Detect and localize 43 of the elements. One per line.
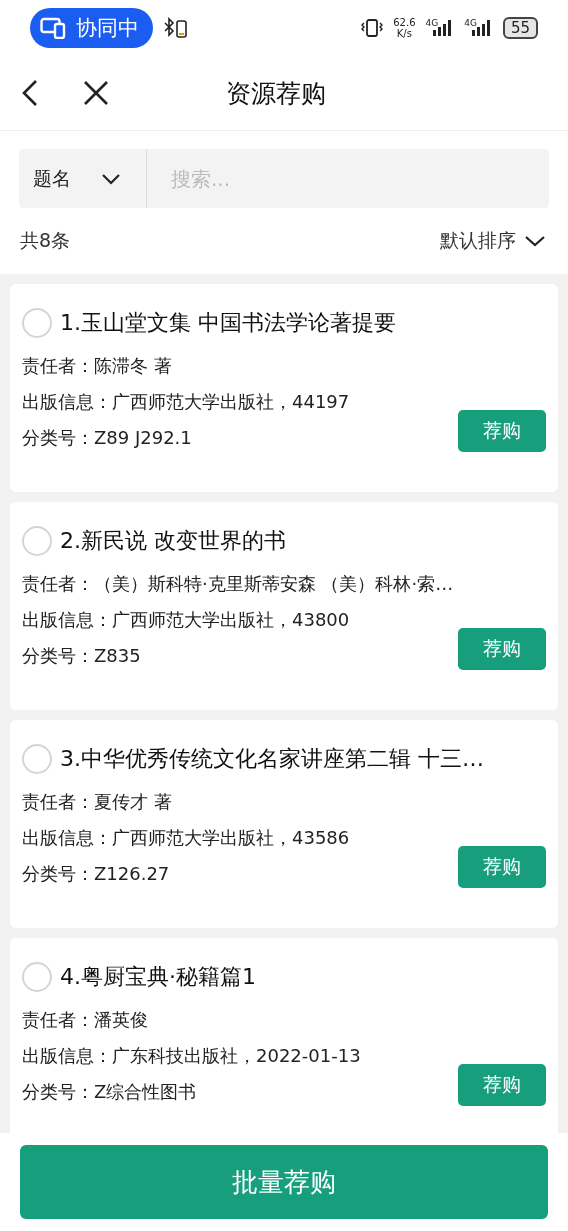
search-field[interactable]: 搜索... xyxy=(159,149,549,208)
chevron-down-icon xyxy=(101,172,121,185)
book-info: 分类号：Z126.27 xyxy=(22,862,171,886)
devices-icon xyxy=(40,17,66,39)
page-title: 资源荐购 xyxy=(226,77,326,110)
book-info: 分类号：Z综合性图书 xyxy=(22,1080,198,1104)
network-type: 4G xyxy=(425,18,439,28)
book-info: 出版信息：广东科技出版社，2022-01-13 xyxy=(22,1044,362,1068)
vibrate-icon xyxy=(361,17,384,39)
search-scope-dropdown[interactable]: 题名 xyxy=(19,149,159,208)
book-info: 出版信息：广西师范大学出版社，44197 xyxy=(22,390,351,414)
book-info: 责任者：潘英俊 xyxy=(22,1008,149,1032)
book-info: 责任者：夏传才 著 xyxy=(22,790,173,814)
bluetooth-battery-icon xyxy=(163,17,189,39)
book-title: 2.新民说 改变世界的书 xyxy=(60,527,286,555)
close-icon[interactable] xyxy=(82,79,110,107)
recommend-button[interactable]: 荐购 xyxy=(458,410,546,452)
speed-unit: K/s xyxy=(396,28,412,39)
book-title: 4.粤厨宝典·秘籍篇1 xyxy=(60,963,256,991)
result-count: 共8条 xyxy=(20,228,71,253)
select-radio[interactable] xyxy=(22,526,52,556)
select-radio[interactable] xyxy=(22,962,52,992)
book-info: 出版信息：广西师范大学出版社，43586 xyxy=(22,826,351,850)
battery-indicator: 55 xyxy=(502,17,538,39)
book-info: 出版信息：广西师范大学出版社，43800 xyxy=(22,608,351,632)
back-icon[interactable] xyxy=(20,78,40,108)
book-title: 3.中华优秀传统文化名家讲座第二辑 十三… xyxy=(60,745,484,773)
select-radio[interactable] xyxy=(22,744,52,774)
book-info: 分类号：Z89 J292.1 xyxy=(22,426,193,450)
batch-recommend-button[interactable]: 批量荐购 xyxy=(20,1145,548,1219)
recommend-button[interactable]: 荐购 xyxy=(458,846,546,888)
collaboration-pill[interactable]: 协同中 xyxy=(30,8,153,48)
network-type: 4G xyxy=(464,18,477,28)
book-info: 责任者：（美）斯科特·克里斯蒂安森 （美）科林·索… xyxy=(22,572,455,596)
book-title: 1.玉山堂文集 中国书法学论著提要 xyxy=(60,309,396,337)
book-info: 分类号：Z835 xyxy=(22,644,142,668)
recommend-button[interactable]: 荐购 xyxy=(458,628,546,670)
chevron-down-icon xyxy=(524,235,546,247)
network-speed: 62.6 xyxy=(393,17,416,28)
sort-dropdown[interactable]: 默认排序 xyxy=(440,228,546,254)
recommend-button[interactable]: 荐购 xyxy=(458,1064,546,1106)
select-radio[interactable] xyxy=(22,308,52,338)
book-info: 责任者：陈滞冬 著 xyxy=(22,354,173,378)
